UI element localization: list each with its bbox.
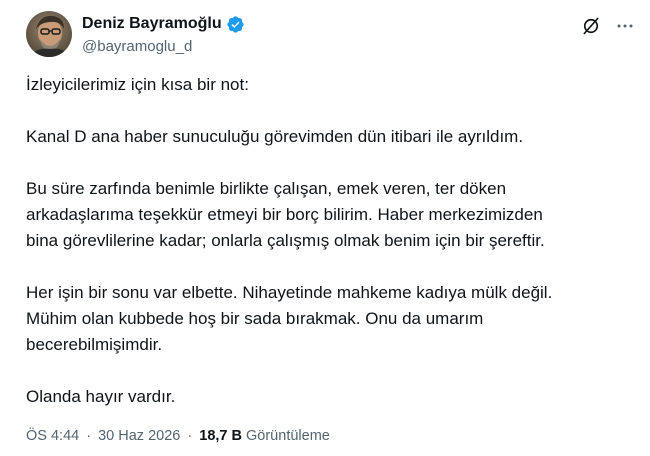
tweet-time[interactable]: ÖS 4:44 (26, 428, 79, 444)
meta-separator: · (187, 428, 193, 444)
tweet-meta: ÖS 4:44 · 30 Haz 2026 · 18,7 B Görüntüle… (26, 428, 330, 444)
tweet-date[interactable]: 30 Haz 2026 (98, 428, 180, 444)
avatar[interactable] (26, 11, 72, 57)
tweet-paragraph: Her işin bir sonu var elbette. Nihayetin… (26, 283, 553, 354)
grok-icon[interactable] (580, 15, 602, 37)
author-handle[interactable]: @bayramoglu_d (82, 38, 245, 55)
display-name-row: Deniz Bayramoğlu (82, 14, 245, 34)
display-name[interactable]: Deniz Bayramoğlu (82, 15, 222, 33)
author-names: Deniz Bayramoğlu @bayramoglu_d (82, 14, 245, 55)
header-actions (568, 15, 636, 37)
tweet-card: Deniz Bayramoğlu @bayramoglu_d İzleyicil… (0, 0, 650, 456)
tweet-header: Deniz Bayramoğlu @bayramoglu_d (26, 11, 636, 61)
verified-badge-icon[interactable] (226, 15, 245, 34)
views-label: Görüntüleme (246, 428, 330, 444)
meta-separator: · (86, 428, 92, 444)
tweet-paragraph: Olanda hayır vardır. (26, 387, 176, 406)
more-options-icon[interactable] (614, 15, 636, 37)
tweet-paragraph: İzleyicilerimiz için kısa bir not: (26, 75, 249, 94)
tweet-paragraph: Kanal D ana haber sunuculuğu görevimden … (26, 127, 524, 146)
tweet-text: İzleyicilerimiz için kısa bir not: Kanal… (26, 72, 636, 436)
views-count[interactable]: 18,7 B (199, 428, 242, 444)
tweet-paragraph: Bu süre zarfında benimle birlikte çalışa… (26, 179, 545, 250)
